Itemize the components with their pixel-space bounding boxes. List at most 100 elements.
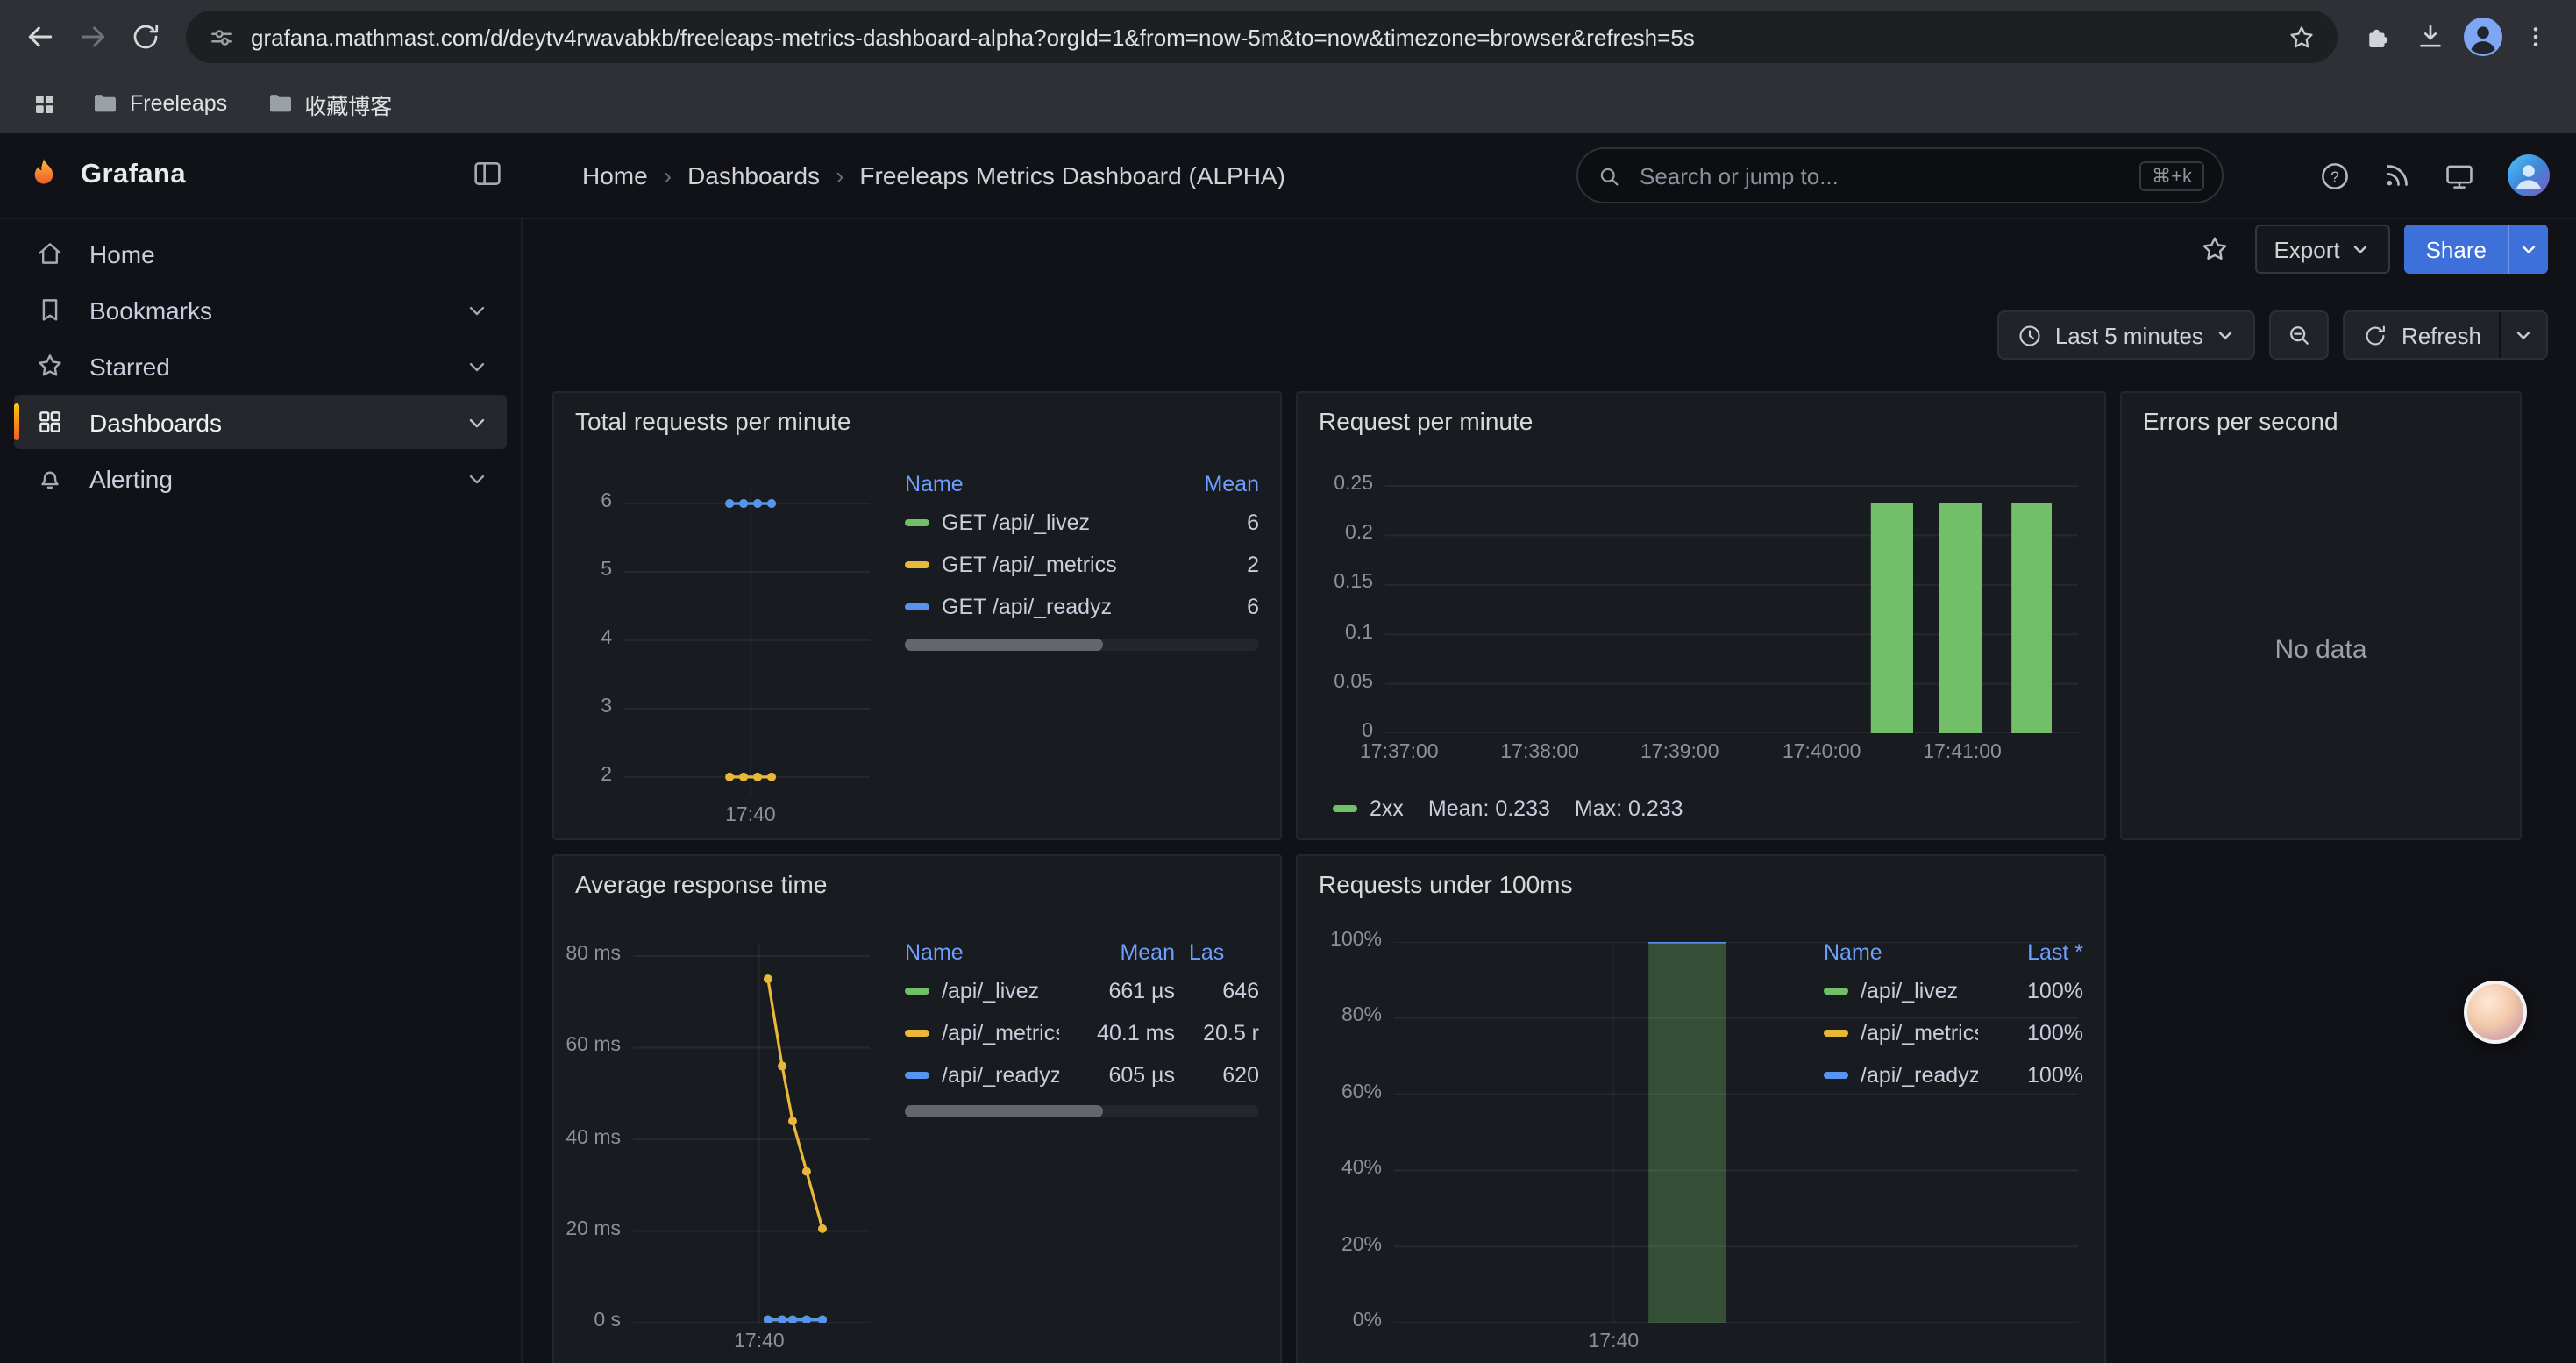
back-button[interactable] bbox=[14, 11, 67, 63]
extensions-button[interactable] bbox=[2352, 11, 2404, 63]
bookmark-item-blog[interactable]: 收藏博客 bbox=[252, 80, 406, 127]
y-axis-tick-label: 0.25 bbox=[1334, 474, 1373, 495]
legend-header-name[interactable]: Name bbox=[905, 472, 1175, 496]
panel-title[interactable]: Average response time bbox=[575, 870, 827, 898]
legend-row: /api/_livez 100% bbox=[1824, 970, 2083, 1012]
request-per-minute-chart[interactable]: 0.250.20.150.10.05017:37:0017:38:0017:39… bbox=[1385, 481, 2078, 733]
no-data-message: No data bbox=[2122, 635, 2520, 665]
sidebar-item-bookmarks[interactable]: Bookmarks bbox=[14, 282, 507, 337]
series-color-dash bbox=[905, 519, 929, 526]
bookmark-star-icon[interactable] bbox=[2287, 22, 2316, 52]
search-box[interactable]: ⌘+k bbox=[1576, 147, 2224, 203]
panel-title[interactable]: Request per minute bbox=[1319, 407, 1533, 435]
panel-title[interactable]: Requests under 100ms bbox=[1319, 870, 1573, 898]
address-bar[interactable]: grafana.mathmast.com/d/deytv4rwavabkb/fr… bbox=[186, 11, 2338, 63]
chart-canvas bbox=[1385, 481, 2078, 733]
legend-series-name[interactable]: /api/_livez bbox=[1824, 979, 1978, 1003]
time-controls: Last 5 minutes Refresh bbox=[1997, 310, 2548, 360]
chevron-down-icon[interactable] bbox=[465, 466, 489, 490]
chart-canvas bbox=[633, 944, 870, 1323]
back-arrow-icon bbox=[23, 19, 58, 54]
legend-header-last[interactable]: Last * bbox=[1992, 940, 2083, 965]
legend: 2xx Mean: 0.233 Max: 0.233 bbox=[1333, 796, 1683, 821]
sidebar-item-label: Dashboards bbox=[89, 408, 222, 436]
chevron-down-icon[interactable] bbox=[465, 353, 489, 378]
legend-series-name[interactable]: /api/_metrics bbox=[1824, 1021, 1978, 1045]
url-text[interactable]: grafana.mathmast.com/d/deytv4rwavabkb/fr… bbox=[251, 24, 2273, 50]
zoom-out-button[interactable] bbox=[2270, 310, 2330, 360]
total-requests-chart[interactable]: 6543217:40 bbox=[624, 489, 870, 796]
legend-header-name[interactable]: Name bbox=[1824, 940, 1978, 965]
browser-menu-button[interactable] bbox=[2509, 11, 2562, 63]
reload-button[interactable] bbox=[119, 11, 172, 63]
x-axis-tick-label: 17:40 bbox=[734, 1331, 785, 1352]
legend-series-name[interactable]: GET /api/_livez bbox=[905, 510, 1175, 535]
time-range-picker[interactable]: Last 5 minutes bbox=[1997, 310, 2256, 360]
scrollbar-thumb[interactable] bbox=[905, 1105, 1103, 1117]
legend-series-name[interactable]: /api/_livez bbox=[905, 979, 1059, 1003]
legend-series-name[interactable]: GET /api/_metrics bbox=[905, 553, 1175, 577]
legend-header-last[interactable]: Las bbox=[1189, 940, 1259, 965]
downloads-button[interactable] bbox=[2404, 11, 2457, 63]
monitor-icon[interactable] bbox=[2443, 159, 2476, 192]
folder-icon bbox=[266, 89, 294, 118]
refresh-button[interactable]: Refresh bbox=[2345, 312, 2499, 358]
site-settings-icon[interactable] bbox=[207, 22, 237, 52]
panel-requests-under-100ms: Requests under 100ms 100%80%60%40%20%0%1… bbox=[1296, 854, 2106, 1363]
breadcrumb-home[interactable]: Home bbox=[582, 161, 648, 189]
browser-profile-button[interactable] bbox=[2457, 11, 2509, 63]
y-axis-tick-label: 20% bbox=[1341, 1234, 1382, 1255]
export-button[interactable]: Export bbox=[2254, 225, 2390, 274]
search-icon bbox=[1596, 162, 1622, 189]
legend-scrollbar[interactable] bbox=[905, 1105, 1259, 1117]
legend-header-mean[interactable]: Mean bbox=[1073, 940, 1175, 965]
sidebar-item-starred[interactable]: Starred bbox=[14, 339, 507, 393]
news-rss-icon[interactable] bbox=[2381, 160, 2413, 191]
favorite-dashboard-button[interactable] bbox=[2188, 225, 2240, 274]
chevron-down-icon[interactable] bbox=[465, 297, 489, 322]
sidebar-item-dashboards[interactable]: Dashboards bbox=[14, 395, 507, 449]
panel-title[interactable]: Total requests per minute bbox=[575, 407, 850, 435]
legend-series-name[interactable]: /api/_readyz bbox=[1824, 1063, 1978, 1088]
search-input[interactable] bbox=[1636, 161, 2125, 190]
sidebar-item-alerting[interactable]: Alerting bbox=[14, 451, 507, 505]
share-menu-button[interactable] bbox=[2508, 225, 2548, 274]
assistant-avatar-bubble[interactable] bbox=[2464, 981, 2527, 1044]
panel-title[interactable]: Errors per second bbox=[2143, 407, 2338, 435]
download-icon bbox=[2415, 21, 2446, 53]
legend-last-value: 100% bbox=[1992, 979, 2083, 1003]
scrollbar-thumb[interactable] bbox=[905, 639, 1103, 651]
refresh-interval-button[interactable] bbox=[2501, 312, 2546, 358]
legend-row: /api/_livez 661 µs 646 bbox=[905, 970, 1259, 1012]
bar bbox=[1939, 503, 1982, 733]
apps-grid-button[interactable] bbox=[21, 81, 67, 126]
bookmark-label: 收藏博客 bbox=[304, 87, 392, 120]
dashboards-grid-icon bbox=[35, 407, 65, 437]
series-color-dash bbox=[1824, 1030, 1848, 1037]
legend-mean-stat: Mean: 0.233 bbox=[1428, 796, 1550, 821]
x-axis-tick-label: 17:39:00 bbox=[1640, 742, 1719, 763]
sidebar-toggle-button[interactable] bbox=[470, 156, 505, 191]
average-response-time-chart[interactable]: 80 ms60 ms40 ms20 ms0 s17:40 bbox=[633, 944, 870, 1323]
help-icon[interactable]: ? bbox=[2318, 159, 2352, 192]
legend-series-name[interactable]: 2xx bbox=[1333, 796, 1404, 821]
legend-series-name[interactable]: /api/_metrics bbox=[905, 1021, 1059, 1045]
bookmark-item-freeleaps[interactable]: Freeleaps bbox=[77, 82, 241, 125]
forward-button[interactable] bbox=[67, 11, 119, 63]
series-color-dash bbox=[905, 603, 929, 610]
legend-series-name[interactable]: GET /api/_readyz bbox=[905, 595, 1175, 619]
legend-scrollbar[interactable] bbox=[905, 639, 1259, 651]
grafana-brand[interactable]: Grafana bbox=[25, 133, 186, 218]
sidebar-item-label: Bookmarks bbox=[89, 296, 212, 324]
user-avatar[interactable] bbox=[2506, 153, 2551, 198]
breadcrumb-dashboards[interactable]: Dashboards bbox=[687, 161, 820, 189]
y-axis-tick-label: 40 ms bbox=[566, 1127, 621, 1148]
legend-row: /api/_readyz 100% bbox=[1824, 1054, 2083, 1096]
chevron-down-icon[interactable] bbox=[465, 410, 489, 434]
legend-series-name[interactable]: /api/_readyz bbox=[905, 1063, 1059, 1088]
legend-header-mean[interactable]: Mean bbox=[1189, 472, 1259, 496]
legend-header-name[interactable]: Name bbox=[905, 940, 1059, 965]
sidebar-item-home[interactable]: Home bbox=[14, 226, 507, 281]
share-button[interactable]: Share bbox=[2405, 225, 2508, 274]
series-point bbox=[767, 773, 776, 781]
